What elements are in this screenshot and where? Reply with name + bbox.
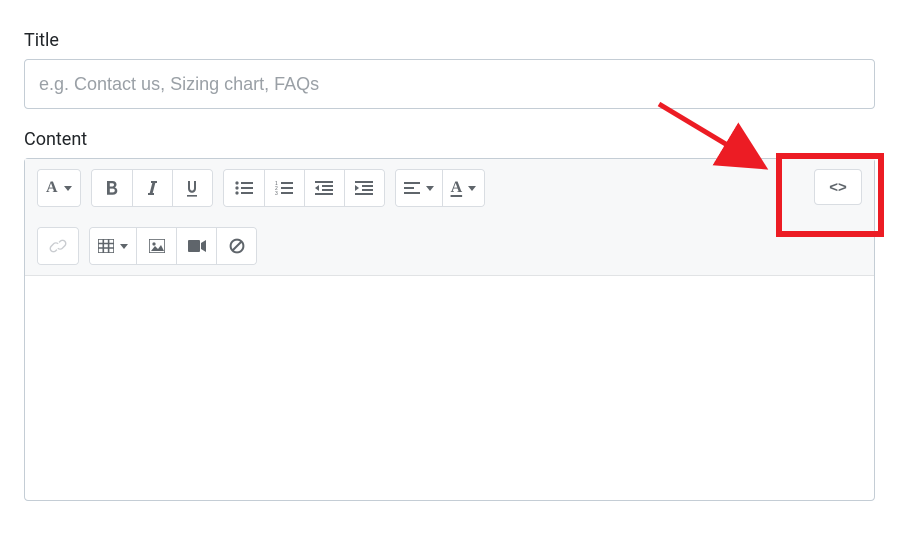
image-button[interactable]	[136, 228, 176, 264]
table-dropdown[interactable]	[90, 228, 136, 264]
title-label: Title	[24, 30, 875, 51]
bold-button[interactable]	[92, 170, 132, 206]
chevron-down-icon	[64, 186, 72, 191]
indent-button[interactable]	[344, 170, 384, 206]
bullet-list-icon	[235, 181, 253, 195]
italic-icon	[146, 180, 158, 196]
rich-text-editor: A 123	[24, 158, 875, 501]
align-left-icon	[404, 182, 420, 194]
italic-button[interactable]	[132, 170, 172, 206]
font-style-icon: A	[46, 179, 58, 197]
content-editor-body[interactable]	[25, 276, 874, 496]
link-button[interactable]	[38, 228, 78, 264]
html-button[interactable]: <>	[814, 169, 862, 205]
outdent-button[interactable]	[304, 170, 344, 206]
numbered-list-icon: 123	[275, 181, 293, 195]
image-icon	[149, 239, 165, 253]
table-icon	[98, 239, 114, 253]
outdent-icon	[315, 181, 333, 195]
video-icon	[188, 240, 206, 252]
chevron-down-icon	[120, 244, 128, 249]
chevron-down-icon	[426, 186, 434, 191]
video-button[interactable]	[176, 228, 216, 264]
bullet-list-button[interactable]	[224, 170, 264, 206]
numbered-list-button[interactable]: 123	[264, 170, 304, 206]
svg-text:3: 3	[275, 191, 278, 195]
font-style-dropdown[interactable]: A	[38, 170, 80, 206]
content-label: Content	[24, 129, 875, 150]
no-entry-icon	[229, 238, 245, 254]
link-icon	[49, 237, 67, 255]
chevron-down-icon	[468, 186, 476, 191]
title-input[interactable]	[24, 59, 875, 109]
clear-format-button[interactable]	[216, 228, 256, 264]
underline-button[interactable]	[172, 170, 212, 206]
code-icon: <>	[829, 179, 847, 196]
indent-icon	[355, 181, 373, 195]
underline-icon	[185, 180, 199, 197]
bold-icon	[105, 180, 119, 196]
editor-toolbar: A 123	[25, 159, 874, 276]
text-color-dropdown[interactable]: A	[442, 170, 485, 206]
align-dropdown[interactable]	[396, 170, 442, 206]
text-color-icon: A	[451, 179, 463, 197]
